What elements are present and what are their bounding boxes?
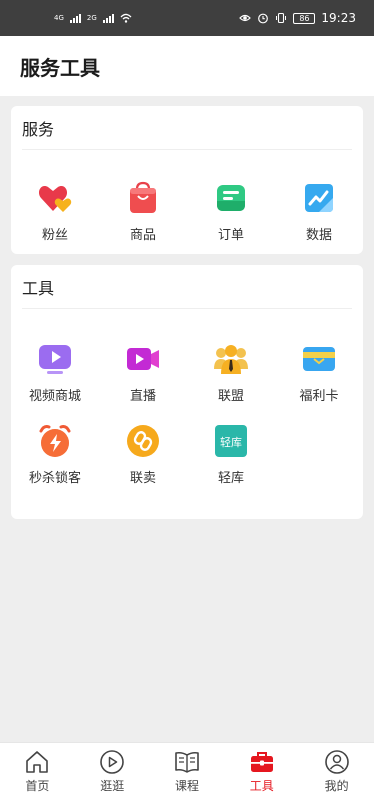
data-chart-icon [305,184,333,212]
service-item-fans[interactable]: 粉丝 [11,150,99,254]
alarm-icon [258,13,269,24]
user-icon [324,750,349,774]
play-circle-icon [100,750,124,774]
toolbox-icon [250,752,273,772]
tool-label-light-warehouse: 轻库 [217,471,244,486]
tool-item-alliance[interactable]: 联盟 [187,309,275,413]
status-time: 19:23 [321,11,356,25]
order-icon [217,185,245,211]
vibrate-icon [276,12,287,24]
fans-heart-icon [38,186,72,212]
nav-item-mine[interactable]: 我的 [299,743,374,800]
joint-sale-link-icon [127,425,159,457]
service-label-goods: 商品 [129,228,156,243]
tool-item-live[interactable]: 直播 [99,309,187,413]
nav-label-tools: 工具 [249,779,274,793]
wifi-icon [120,13,132,23]
services-card: 服务 粉丝 商品 订单 数据 [11,106,363,254]
tool-label-flash-sale: 秒杀锁客 [28,471,81,486]
nav-label-courses: 课程 [174,779,199,793]
services-grid: 粉丝 商品 订单 数据 [11,150,363,254]
flash-sale-alarm-icon [39,425,71,457]
tool-item-flash-sale[interactable]: 秒杀锁客 [11,413,99,517]
tools-card: 工具 视频商城 直播 联盟 福利卡 秒杀锁客 联卖 轻库 轻库 [11,265,363,519]
status-right: 86 19:23 [239,11,356,25]
tool-label-alliance: 联盟 [217,389,244,404]
tool-item-joint-sale[interactable]: 联卖 [99,413,187,517]
shopping-bag-icon [130,181,156,213]
nav-item-tools[interactable]: 工具 [224,743,299,800]
service-label-orders: 订单 [217,228,244,243]
tool-label-welfare-card: 福利卡 [299,389,339,404]
nav-item-home[interactable]: 首页 [0,743,75,800]
tool-item-video-mall[interactable]: 视频商城 [11,309,99,413]
page-header: 服务工具 [0,36,374,96]
service-label-fans: 粉丝 [41,228,68,243]
tool-label-live: 直播 [129,389,156,404]
tools-grid-row-1: 视频商城 直播 联盟 福利卡 [11,309,363,413]
nav-label-browse: 逛逛 [100,779,125,793]
service-item-goods[interactable]: 商品 [99,150,187,254]
tool-item-welfare-card[interactable]: 福利卡 [275,309,363,413]
home-icon [26,751,49,773]
tool-label-joint-sale: 联卖 [129,471,156,486]
bottom-nav: 首页 逛逛 课程 工具 我的 [0,742,374,800]
network-1-label: 4G [54,14,64,22]
nav-label-mine: 我的 [324,779,349,793]
tools-title: 工具 [22,265,352,309]
tool-item-light-warehouse[interactable]: 轻库 轻库 [187,413,275,517]
service-item-orders[interactable]: 订单 [187,150,275,254]
svg-text:轻库: 轻库 [220,435,242,449]
status-left: 4G 2G [54,12,132,24]
signal-1-icon [69,13,81,23]
eye-icon [239,14,252,22]
page-title: 服务工具 [20,55,100,80]
live-camera-icon [127,348,159,370]
nav-label-home: 首页 [25,779,50,793]
light-warehouse-icon: 轻库 [215,425,247,457]
service-item-data[interactable]: 数据 [275,150,363,254]
video-mall-icon [39,345,71,374]
signal-2-icon [102,13,114,23]
tools-grid-row-2: 秒杀锁客 联卖 轻库 轻库 [11,413,363,517]
network-2-label: 2G [86,14,97,22]
service-label-data: 数据 [305,228,332,243]
nav-item-courses[interactable]: 课程 [150,743,225,800]
nav-item-browse[interactable]: 逛逛 [75,743,150,800]
welfare-card-icon [303,347,335,371]
tool-label-video-mall: 视频商城 [28,389,81,404]
book-icon [175,751,199,773]
alliance-people-icon [214,345,248,374]
status-bar: 4G 2G 86 19:23 [0,0,374,36]
services-title: 服务 [22,106,352,150]
battery-indicator: 86 [293,12,316,24]
